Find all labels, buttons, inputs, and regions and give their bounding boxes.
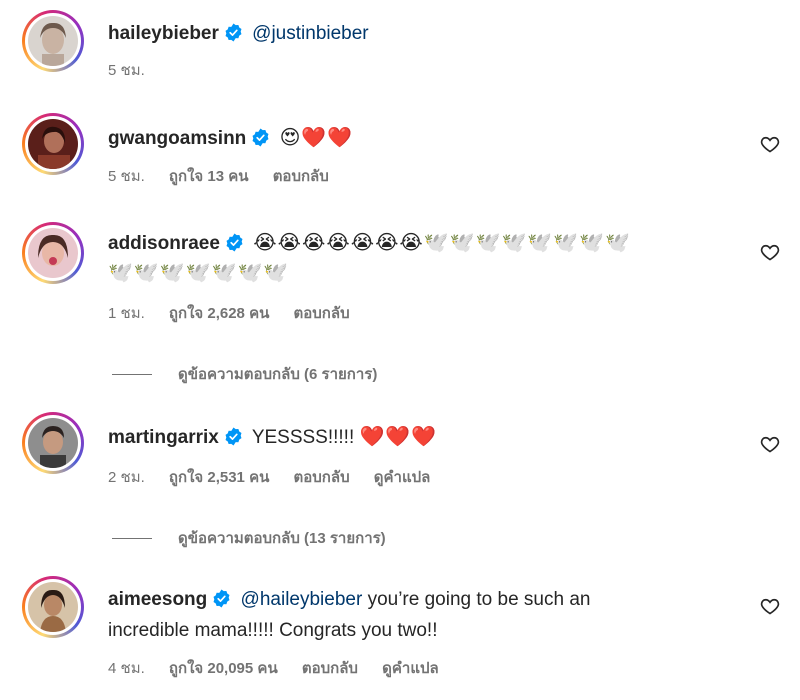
comment-text-continued: 🕊️🕊️🕊️🕊️🕊️🕊️🕊️: [108, 258, 738, 289]
comment-meta: 5 ชม.: [108, 61, 165, 81]
timestamp[interactable]: 5 ชม.: [108, 62, 145, 79]
username[interactable]: aimeesong: [108, 589, 207, 610]
username[interactable]: gwangoamsinn: [108, 128, 246, 149]
comment-text-continued: incredible mama!!!!! Congrats you two!!: [108, 616, 738, 646]
mention-link[interactable]: @haileybieber: [241, 589, 363, 610]
verified-badge-icon: [225, 23, 242, 42]
heart-outline-icon[interactable]: [760, 242, 780, 262]
likes-count[interactable]: ถูกใจ 2,628 คน: [169, 305, 269, 322]
heart-outline-icon[interactable]: [760, 596, 780, 616]
emoji-text: 🕊️🕊️🕊️🕊️🕊️🕊️🕊️: [108, 262, 290, 284]
comment-meta: 5 ชม. ถูกใจ 13 คน ตอบกลับ: [108, 167, 349, 187]
timestamp[interactable]: 1 ชม.: [108, 305, 145, 322]
divider: [112, 537, 152, 539]
avatar[interactable]: [22, 113, 84, 175]
comment-text: addisonraee 😭😭😭😭😭😭😭🕊️🕊️🕊️🕊️🕊️🕊️🕊️🕊️: [108, 228, 738, 259]
avatar-photo: [28, 119, 78, 169]
divider: [112, 373, 152, 375]
username[interactable]: addisonraee: [108, 233, 220, 254]
comment-body: you’re going to be such an: [367, 589, 591, 610]
emoji-text: 😭😭😭😭😭😭😭🕊️🕊️🕊️🕊️🕊️🕊️🕊️🕊️: [253, 232, 632, 254]
avatar[interactable]: [22, 412, 84, 474]
view-replies-label: ดูข้อความตอบกลับ (13 รายการ): [178, 530, 386, 547]
comment-text: martingarrix YESSSS!!!!! ❤️❤️❤️: [108, 422, 738, 453]
username[interactable]: martingarrix: [108, 427, 219, 448]
likes-count[interactable]: ถูกใจ 20,095 คน: [169, 660, 278, 677]
reply-button[interactable]: ตอบกลับ: [294, 469, 350, 486]
view-replies-button[interactable]: ดูข้อความตอบกลับ (13 รายการ): [112, 526, 386, 550]
comment-body: YESSSS!!!!!: [251, 427, 355, 448]
likes-count[interactable]: ถูกใจ 2,531 คน: [169, 469, 269, 486]
comment-body: incredible mama!!!!! Congrats you two!!: [108, 620, 438, 641]
mention-link[interactable]: @justinbieber: [252, 23, 368, 44]
view-replies-button[interactable]: ดูข้อความตอบกลับ (6 รายการ): [112, 362, 377, 386]
verified-badge-icon: [226, 233, 243, 252]
avatar-photo: [28, 16, 78, 66]
comment-text: aimeesong @haileybieber you’re going to …: [108, 585, 738, 615]
comments-panel: haileybieber @justinbieber 5 ชม. gwangoa…: [0, 0, 800, 700]
reply-button[interactable]: ตอบกลับ: [273, 168, 329, 185]
translate-button[interactable]: ดูคำแปล: [374, 469, 431, 486]
comment-meta: 1 ชม. ถูกใจ 2,628 คน ตอบกลับ: [108, 304, 370, 324]
likes-count[interactable]: ถูกใจ 13 คน: [169, 168, 249, 185]
verified-badge-icon: [225, 427, 242, 446]
username[interactable]: haileybieber: [108, 23, 219, 44]
reply-button[interactable]: ตอบกลับ: [294, 305, 350, 322]
translate-button[interactable]: ดูคำแปล: [382, 660, 439, 677]
timestamp[interactable]: 2 ชม.: [108, 469, 145, 486]
avatar[interactable]: [22, 10, 84, 72]
verified-badge-icon: [252, 128, 269, 147]
verified-badge-icon: [213, 589, 230, 608]
comment-meta: 4 ชม. ถูกใจ 20,095 คน ตอบกลับ ดูคำแปล: [108, 659, 459, 679]
emoji-text: ❤️❤️❤️: [359, 426, 438, 448]
heart-outline-icon[interactable]: [760, 434, 780, 454]
avatar[interactable]: [22, 222, 84, 284]
comment-text: haileybieber @justinbieber: [108, 19, 738, 49]
emoji-text: 😍❤️❤️: [279, 127, 354, 149]
timestamp[interactable]: 4 ชม.: [108, 660, 145, 677]
avatar-photo: [28, 582, 78, 632]
reply-button[interactable]: ตอบกลับ: [302, 660, 358, 677]
avatar[interactable]: [22, 576, 84, 638]
avatar-photo: [28, 418, 78, 468]
avatar-photo: [28, 228, 78, 278]
heart-outline-icon[interactable]: [760, 134, 780, 154]
timestamp[interactable]: 5 ชม.: [108, 168, 145, 185]
comment-text: gwangoamsinn 😍❤️❤️: [108, 123, 738, 154]
view-replies-label: ดูข้อความตอบกลับ (6 รายการ): [178, 366, 378, 383]
comment-meta: 2 ชม. ถูกใจ 2,531 คน ตอบกลับ ดูคำแปล: [108, 468, 450, 488]
